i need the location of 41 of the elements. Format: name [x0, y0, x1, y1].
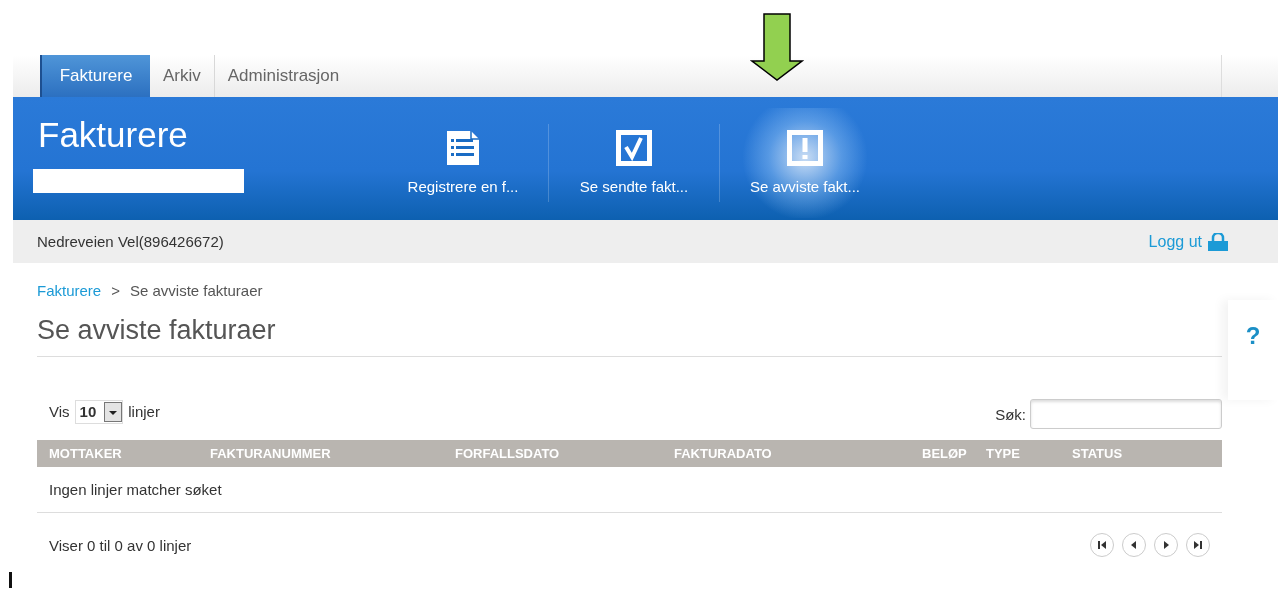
column-header: FAKTURADATO — [674, 446, 773, 461]
header-action-button[interactable]: Se sendte fakt... — [549, 107, 719, 218]
down-arrow — [750, 13, 804, 81]
search-label: Søk: — [995, 405, 1026, 423]
document-list-icon — [446, 130, 480, 166]
rows-per-page-dropdown[interactable]: 10 — [74, 399, 124, 424]
next-page-button[interactable] — [1154, 533, 1178, 557]
column-header: FAKTURANUMMER — [210, 446, 332, 461]
first-page-button[interactable] — [1090, 533, 1114, 557]
section-title: Fakturere — [38, 115, 189, 155]
column-header: MOTTAKER — [49, 446, 123, 461]
text-cursor-mark — [9, 572, 12, 588]
warning-icon — [787, 130, 823, 166]
right-triangle-icon — [1161, 540, 1171, 550]
left-triangle-icon — [1129, 540, 1139, 550]
search-field[interactable] — [1030, 399, 1222, 429]
prev-page-button[interactable] — [1122, 533, 1146, 557]
empty-table-message: Ingen linjer matcher søket — [37, 467, 1222, 513]
caret-icon — [104, 401, 123, 422]
user-name: Nedreveien Vel(896426672) — [37, 233, 224, 250]
breadcrumb-text: Se avviste fakturaer — [129, 282, 263, 299]
breadcrumb-link[interactable]: Fakturere — [37, 282, 102, 299]
last-page-button[interactable] — [1186, 533, 1210, 557]
header-action-button[interactable]: Registrere en f... — [378, 107, 548, 218]
left-triangle-icon — [1097, 540, 1107, 550]
help-button[interactable]: ? — [1245, 322, 1261, 350]
column-header: STATUS — [1072, 446, 1124, 461]
column-header: FORFALLSDATO — [455, 446, 561, 461]
right-triangle-icon — [1193, 540, 1203, 550]
lock-icon — [1208, 232, 1228, 251]
page-title: Se avviste fakturaer — [37, 315, 1222, 357]
nav-tab[interactable]: Fakturere — [40, 55, 150, 97]
breadcrumb-text: > — [111, 282, 120, 299]
column-header: TYPE — [986, 446, 1021, 461]
nav-tab[interactable]: Administrasjon — [214, 55, 353, 97]
logout-link[interactable]: Logg ut — [1148, 232, 1228, 251]
column-header: BELØP — [922, 446, 968, 461]
show-label: Vis — [49, 403, 70, 420]
checkbox-icon — [616, 130, 652, 166]
table-info: Viser 0 til 0 av 0 linjer — [49, 536, 192, 554]
rows-label: linjer — [128, 403, 160, 420]
